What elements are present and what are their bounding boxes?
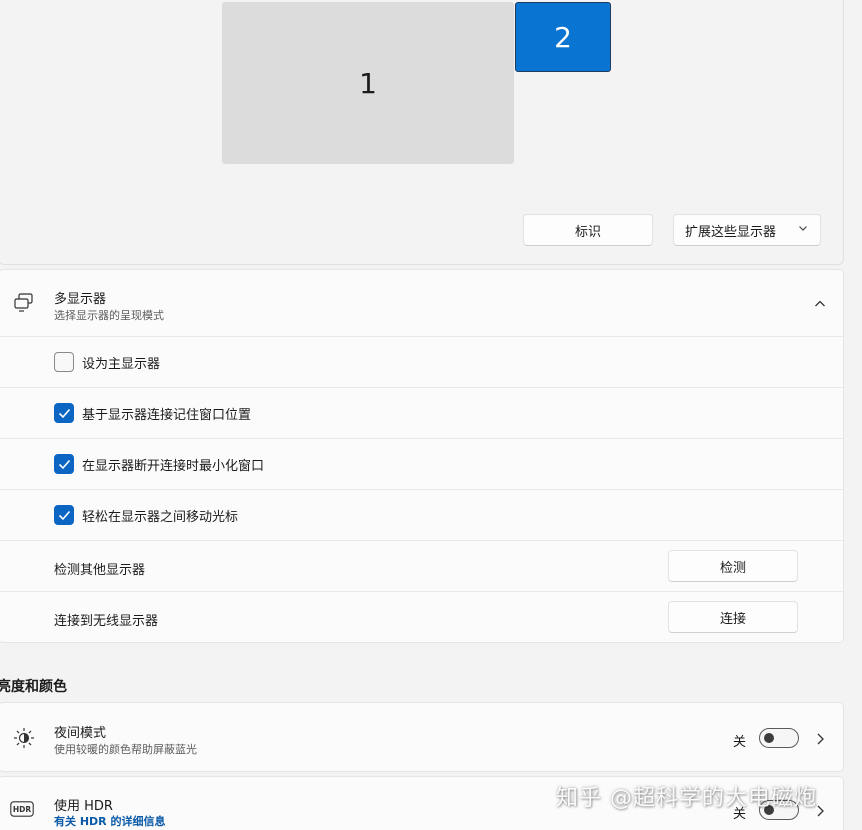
multi-display-header[interactable]: 多显示器 选择显示器的呈现模式	[0, 270, 843, 337]
identify-button[interactable]: 标识	[523, 214, 653, 246]
display-settings-page: 1 2 标识 扩展这些显示器 多显示器 选择显示器的呈现模式 设为主显示器 基于…	[0, 0, 862, 830]
minimize-windows-label: 在显示器断开连接时最小化窗口	[82, 459, 265, 474]
monitor-1-number: 1	[359, 66, 377, 100]
move-cursor-checkbox[interactable]	[54, 505, 74, 525]
toggle-knob	[764, 733, 774, 743]
brightness-color-heading: 亮度和颜色	[0, 679, 67, 695]
night-light-subtitle: 使用较暖的颜色帮助屏蔽蓝光	[54, 743, 197, 756]
chevron-down-icon	[798, 223, 808, 236]
night-light-card[interactable]: 夜间模式 使用较暖的颜色帮助屏蔽蓝光 关	[0, 702, 844, 772]
night-light-state: 关	[733, 735, 747, 750]
main-display-checkbox[interactable]	[54, 352, 74, 372]
display-arrangement-panel: 1 2 标识 扩展这些显示器	[0, 0, 844, 265]
night-light-title: 夜间模式	[54, 726, 107, 741]
hdr-icon-text: HDR	[13, 805, 32, 814]
chevron-right-icon[interactable]	[815, 731, 825, 745]
monitor-2-number: 2	[554, 20, 572, 54]
multi-display-subtitle: 选择显示器的呈现模式	[54, 309, 164, 322]
hdr-icon: HDR	[10, 801, 34, 823]
option-row-detect: 检测其他显示器 检测	[0, 541, 843, 592]
option-row-remember-windows: 基于显示器连接记住窗口位置	[0, 388, 843, 439]
remember-windows-checkbox[interactable]	[54, 403, 74, 423]
multi-display-card: 多显示器 选择显示器的呈现模式 设为主显示器 基于显示器连接记住窗口位置 在显示…	[0, 269, 844, 643]
detect-button-label: 检测	[719, 560, 746, 576]
night-light-toggle[interactable]	[759, 728, 799, 748]
multi-display-title: 多显示器	[54, 292, 107, 307]
detect-displays-label: 检测其他显示器	[54, 563, 146, 578]
option-row-wireless: 连接到无线显示器 连接	[0, 592, 843, 643]
monitor-1-tile[interactable]: 1	[222, 2, 514, 164]
monitor-2-tile[interactable]: 2	[515, 2, 611, 72]
connect-button-label: 连接	[719, 611, 746, 627]
wireless-display-label: 连接到无线显示器	[54, 614, 159, 629]
move-cursor-label: 轻松在显示器之间移动光标	[82, 510, 239, 525]
option-row-minimize-windows: 在显示器断开连接时最小化窗口	[0, 439, 843, 490]
extend-displays-label: 扩展这些显示器	[685, 224, 777, 240]
brightness-sun-icon	[13, 727, 35, 749]
chevron-up-icon[interactable]	[813, 296, 827, 310]
minimize-windows-checkbox[interactable]	[54, 454, 74, 474]
multiple-monitors-icon	[13, 291, 35, 313]
option-row-main-display: 设为主显示器	[0, 337, 843, 388]
option-row-move-cursor: 轻松在显示器之间移动光标	[0, 490, 843, 541]
identify-button-label: 标识	[574, 224, 601, 240]
main-display-label: 设为主显示器	[82, 357, 161, 372]
remember-windows-label: 基于显示器连接记住窗口位置	[82, 408, 252, 423]
connect-button[interactable]: 连接	[668, 601, 798, 633]
zhihu-watermark: 知乎 @超科学的大电磁炮	[556, 786, 817, 811]
hdr-title: 使用 HDR	[54, 799, 113, 814]
extend-displays-dropdown[interactable]: 扩展这些显示器	[673, 214, 821, 246]
hdr-learn-more-link[interactable]: 有关 HDR 的详细信息	[54, 813, 165, 829]
detect-button[interactable]: 检测	[668, 550, 798, 582]
